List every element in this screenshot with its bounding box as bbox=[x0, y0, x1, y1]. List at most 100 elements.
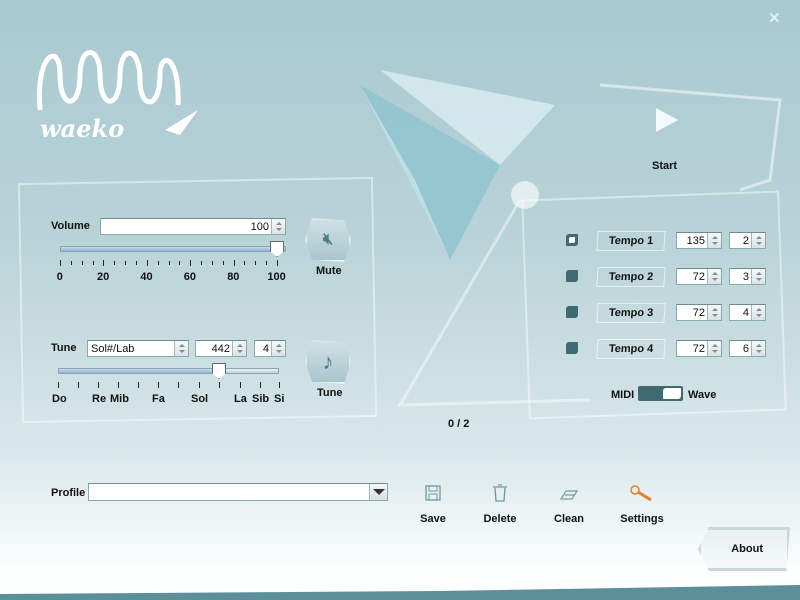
tune-note-label: La bbox=[234, 393, 247, 405]
bpm-spinner[interactable] bbox=[707, 269, 721, 284]
volume-tick bbox=[146, 260, 148, 266]
tempo-beats-input[interactable]: 6 bbox=[729, 340, 766, 357]
octave-spinner[interactable] bbox=[271, 341, 285, 356]
play-icon[interactable] bbox=[656, 108, 678, 132]
logo: waeko bbox=[36, 50, 198, 143]
bpm-spinner[interactable] bbox=[707, 233, 721, 248]
volume-tick bbox=[157, 261, 159, 265]
tempo-checkbox[interactable] bbox=[566, 306, 578, 318]
volume-tick bbox=[222, 261, 224, 265]
volume-tick-label: 100 bbox=[267, 271, 286, 283]
volume-tick-label: 20 bbox=[97, 271, 110, 283]
tempo-bpm-input[interactable]: 72 bbox=[676, 340, 722, 357]
dropdown-button[interactable] bbox=[369, 484, 387, 500]
volume-spinner[interactable] bbox=[271, 219, 285, 234]
wave-label: Wave bbox=[688, 389, 717, 401]
volume-tick bbox=[125, 261, 127, 265]
volume-tick-label: 80 bbox=[227, 271, 240, 283]
profile-label: Profile bbox=[51, 487, 86, 499]
counter: 0 / 2 bbox=[448, 418, 470, 430]
clean-button[interactable]: Clean bbox=[539, 484, 599, 525]
close-icon[interactable]: ✕ bbox=[768, 9, 781, 27]
tempo-label: Tempo 2 bbox=[608, 271, 654, 283]
volume-tick-label: 0 bbox=[56, 271, 63, 283]
tune-button-label: Tune bbox=[317, 387, 343, 399]
beats-spinner[interactable] bbox=[751, 269, 765, 284]
save-label: Save bbox=[420, 513, 446, 525]
wrench-icon bbox=[630, 485, 652, 502]
tune-tick bbox=[240, 382, 241, 388]
bpm-spinner[interactable] bbox=[707, 305, 721, 320]
volume-tick bbox=[233, 260, 235, 266]
tempo-button[interactable]: Tempo 3 bbox=[596, 303, 666, 323]
volume-tick bbox=[211, 261, 213, 265]
tempo-button[interactable]: Tempo 4 bbox=[596, 339, 666, 359]
delete-label: Delete bbox=[483, 513, 517, 525]
tempo-beats-input[interactable]: 2 bbox=[729, 232, 766, 249]
frequency-input[interactable]: 442 bbox=[195, 340, 247, 357]
tune-tick bbox=[178, 382, 179, 388]
tune-note-label: Fa bbox=[152, 393, 165, 405]
tempo-beats-input[interactable]: 3 bbox=[729, 268, 766, 285]
tempo-checkbox[interactable] bbox=[566, 270, 578, 282]
volume-tick bbox=[190, 260, 192, 266]
toggle-knob[interactable] bbox=[663, 388, 681, 399]
volume-tick bbox=[266, 261, 268, 265]
save-icon bbox=[425, 485, 441, 501]
tune-tick bbox=[58, 382, 59, 388]
mute-button[interactable]: 🔇︎ bbox=[305, 218, 351, 262]
tempo-checkbox[interactable] bbox=[566, 342, 578, 354]
frequency-spinner[interactable] bbox=[232, 341, 246, 356]
save-button[interactable]: Save bbox=[403, 484, 463, 525]
profile-combobox[interactable] bbox=[88, 483, 388, 501]
tempo-bpm-input[interactable]: 72 bbox=[676, 304, 722, 321]
midi-label: MIDI bbox=[611, 389, 635, 401]
eraser-icon bbox=[559, 490, 579, 500]
volume-tick bbox=[114, 261, 116, 265]
midi-wave-toggle[interactable] bbox=[638, 386, 683, 401]
volume-tick-label: 60 bbox=[183, 271, 197, 283]
volume-tick bbox=[60, 260, 61, 266]
beats-spinner[interactable] bbox=[751, 305, 765, 320]
beats-spinner[interactable] bbox=[751, 233, 765, 248]
logo-text: waeko bbox=[40, 114, 124, 143]
octave-input[interactable]: 4 bbox=[254, 340, 286, 357]
settings-button[interactable]: Settings bbox=[612, 484, 672, 525]
tune-tick bbox=[158, 382, 159, 388]
tune-slider[interactable] bbox=[58, 368, 279, 374]
tempo-label: Tempo 1 bbox=[608, 235, 654, 247]
tune-note-label: Sol bbox=[191, 393, 209, 405]
music-note-icon: ♪ bbox=[322, 349, 334, 374]
tempo-label: Tempo 4 bbox=[608, 343, 654, 355]
tempo-bpm-input[interactable]: 72 bbox=[676, 268, 722, 285]
mute-label: Mute bbox=[316, 265, 342, 277]
volume-tick bbox=[81, 261, 83, 265]
volume-tick bbox=[92, 261, 94, 265]
tune-button[interactable]: ♪ bbox=[305, 340, 351, 384]
trash-icon bbox=[493, 484, 507, 502]
tune-tick bbox=[199, 382, 200, 388]
volume-tick bbox=[255, 261, 257, 265]
volume-tick bbox=[103, 260, 105, 266]
volume-label: Volume bbox=[51, 220, 90, 232]
tune-tick bbox=[219, 382, 220, 388]
tune-tick bbox=[98, 382, 99, 388]
bpm-spinner[interactable] bbox=[707, 341, 721, 356]
tempo-checkbox[interactable] bbox=[566, 234, 578, 246]
tempo-button[interactable]: Tempo 2 bbox=[596, 267, 666, 287]
tune-note-label: Mib bbox=[110, 393, 129, 405]
tempo-bpm-input[interactable]: 135 bbox=[676, 232, 722, 249]
tune-tick bbox=[118, 382, 119, 388]
volume-slider[interactable] bbox=[60, 246, 286, 252]
tune-tick bbox=[279, 382, 280, 388]
tempo-button[interactable]: Tempo 1 bbox=[596, 231, 666, 251]
beats-spinner[interactable] bbox=[751, 341, 765, 356]
note-input[interactable]: Sol#/Lab bbox=[87, 340, 189, 357]
note-spinner[interactable] bbox=[174, 341, 188, 356]
about-button[interactable]: About bbox=[698, 527, 790, 571]
delete-button[interactable]: Delete bbox=[470, 484, 530, 525]
tempo-beats-input[interactable]: 4 bbox=[729, 304, 766, 321]
volume-input[interactable]: 100 bbox=[100, 218, 286, 235]
start-label[interactable]: Start bbox=[652, 160, 677, 172]
tune-label: Tune bbox=[51, 342, 77, 354]
